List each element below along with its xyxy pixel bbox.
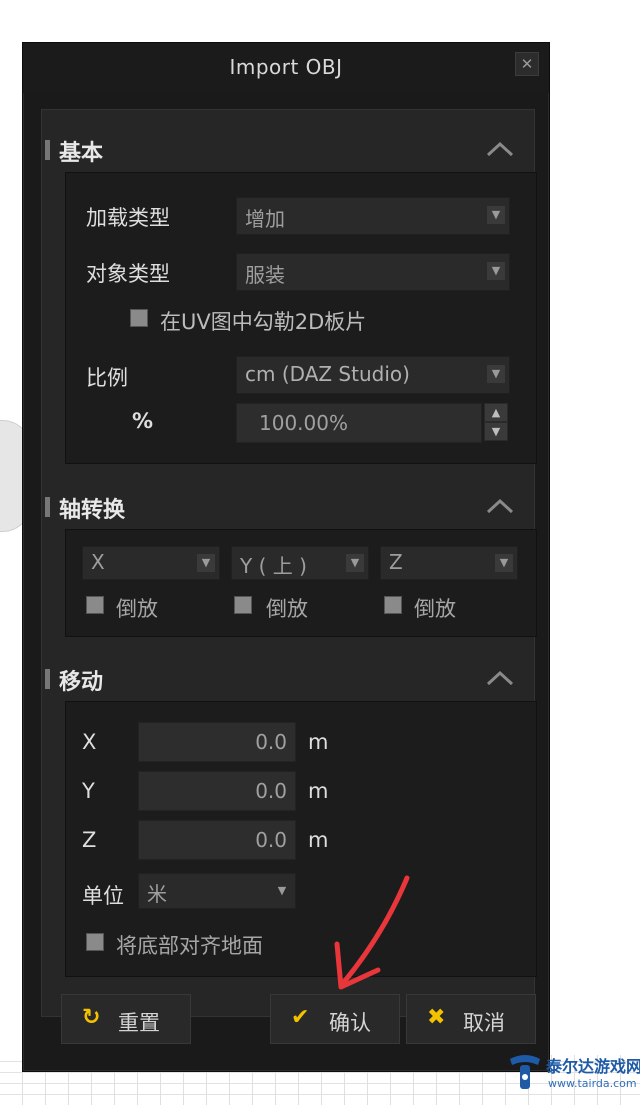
site-watermark: 泰尔达游戏网 www.tairda.com <box>500 1045 640 1105</box>
watermark-brand: 泰尔达游戏网 <box>546 1057 640 1076</box>
watermark-logo-icon <box>510 1055 540 1089</box>
watermark-url: www.tairda.com <box>548 1077 637 1090</box>
annotation-arrow <box>334 875 410 990</box>
